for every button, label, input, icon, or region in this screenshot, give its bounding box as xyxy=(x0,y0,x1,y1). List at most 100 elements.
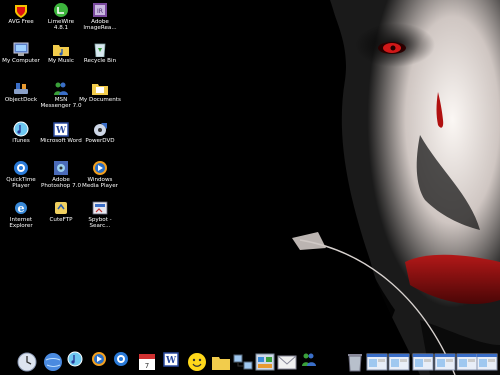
window-thumbnail-icon xyxy=(456,353,478,371)
adobe-imageready-icon: IR xyxy=(91,2,109,18)
globe-icon xyxy=(44,353,62,371)
calendar-icon: 7 xyxy=(139,354,155,370)
desktop-icon-label: PowerDVD xyxy=(85,138,115,144)
dock-item-window-thumbnail-icon[interactable] xyxy=(388,351,410,373)
dock-item-mail-icon[interactable] xyxy=(276,351,298,373)
desktop-icon-itunes[interactable]: iTunes xyxy=(0,121,42,144)
desktop-icon-label: Spybot - Searc... xyxy=(88,217,112,230)
word-icon: W xyxy=(52,121,70,137)
computer-icon xyxy=(12,41,30,57)
desktop-icon-internet-explorer[interactable]: e Internet Explorer xyxy=(0,200,42,230)
dock-item-window-thumbnail-icon[interactable] xyxy=(476,351,498,373)
desktop-icon-word[interactable]: W Microsoft Word xyxy=(40,121,82,144)
dock-item-itunes-icon[interactable] xyxy=(66,351,88,373)
svg-text:7: 7 xyxy=(145,362,149,370)
powerdvd-icon xyxy=(91,121,109,137)
desktop-icon-powerdvd[interactable]: PowerDVD xyxy=(79,121,121,144)
dock-item-clock-icon[interactable] xyxy=(16,351,38,373)
window-thumbnail-icon xyxy=(388,353,410,371)
desktop-icon-limewire[interactable]: LimeWire 4.8.1 xyxy=(40,2,82,32)
desktop-icon-label: Recycle Bin xyxy=(83,58,117,64)
desktop-icon-adobe-imageready[interactable]: IR Adobe ImageRea... xyxy=(79,2,121,32)
desktop-icon-objectdock[interactable]: ObjectDock xyxy=(0,80,42,103)
desktop-icon-label: AVG Free xyxy=(8,19,34,25)
window-thumbnail-icon xyxy=(366,353,388,371)
desktop-icon-label: Windows Media Player xyxy=(82,177,118,190)
avg-shield-icon xyxy=(12,2,30,18)
window-thumbnail-icon xyxy=(434,353,456,371)
svg-text:W: W xyxy=(165,356,177,366)
desktop-icon-photoshop[interactable]: Adobe Photoshop 7.0 xyxy=(40,160,82,190)
word-icon: W xyxy=(163,352,179,367)
control-panel-icon xyxy=(255,353,275,371)
desktop-icon-recycle-bin[interactable]: Recycle Bin xyxy=(79,41,121,64)
internet-explorer-icon: e xyxy=(12,200,30,216)
dock-item-trash-icon[interactable] xyxy=(344,351,366,373)
svg-text:W: W xyxy=(55,126,67,136)
desktop-icon-cuteftp[interactable]: CuteFTP xyxy=(40,200,82,223)
desktop-icon-grid: AVG Free LimeWire 4.8.1 IR Adobe ImageRea..… xyxy=(0,0,130,245)
desktop-icon-label: My Documents xyxy=(79,97,121,103)
dock-item-network-icon[interactable] xyxy=(232,351,254,373)
limewire-icon xyxy=(52,2,70,18)
desktop-icon-label: Internet Explorer xyxy=(9,217,33,230)
recycle-bin-icon xyxy=(91,41,109,58)
media-player-icon xyxy=(92,352,106,366)
dock-item-media-player-icon[interactable] xyxy=(90,351,112,373)
quicktime-icon xyxy=(12,160,30,176)
desktop-icon-label: Adobe ImageRea... xyxy=(83,19,117,32)
music-folder-icon xyxy=(52,41,70,57)
dock-item-folder-icon[interactable] xyxy=(210,351,232,373)
desktop-icon-computer[interactable]: My Computer xyxy=(0,41,42,64)
dock-item-msn-messenger-icon[interactable] xyxy=(300,351,322,373)
network-icon xyxy=(233,354,253,370)
dock-item-word-icon[interactable]: W xyxy=(162,351,184,373)
dock-item-window-thumbnail-icon[interactable] xyxy=(412,351,434,373)
desktop-icon-label: CuteFTP xyxy=(49,217,73,223)
dock-item-window-thumbnail-icon[interactable] xyxy=(434,351,456,373)
mail-icon xyxy=(277,355,297,370)
trash-icon xyxy=(348,354,362,372)
desktop-icon-label: Microsoft Word xyxy=(40,138,82,144)
cuteftp-icon xyxy=(52,200,70,216)
desktop-icon-label: QuickTime Player xyxy=(6,177,36,190)
window-thumbnail-icon xyxy=(412,353,434,371)
desktop-icon-msn-messenger[interactable]: MSN Messenger 7.0 xyxy=(40,80,82,110)
desktop-icon-media-player[interactable]: Windows Media Player xyxy=(79,160,121,190)
objectdock-icon xyxy=(12,80,30,96)
dock-item-calendar-icon[interactable]: 7 xyxy=(136,351,158,373)
folder-icon xyxy=(212,357,230,370)
svg-text:e: e xyxy=(18,202,25,215)
desktop-icon-label: MSN Messenger 7.0 xyxy=(40,97,82,110)
objectdock-bar: 7W xyxy=(0,345,500,375)
spybot-icon xyxy=(91,200,109,216)
smiley-icon xyxy=(188,353,206,371)
svg-text:IR: IR xyxy=(97,8,103,15)
desktop-icon-label: LimeWire 4.8.1 xyxy=(47,19,75,32)
dock-item-window-thumbnail-icon[interactable] xyxy=(366,351,388,373)
desktop-icon-label: iTunes xyxy=(12,138,30,144)
msn-messenger-icon xyxy=(302,353,316,366)
desktop-icon-avg-shield[interactable]: AVG Free xyxy=(0,2,42,25)
desktop-icon-spybot[interactable]: Spybot - Searc... xyxy=(79,200,121,230)
desktop-icon-label: ObjectDock xyxy=(4,97,38,103)
dock-item-quicktime-icon[interactable] xyxy=(112,351,134,373)
media-player-icon xyxy=(91,160,109,176)
photoshop-icon xyxy=(52,160,70,176)
dock-item-window-thumbnail-icon[interactable] xyxy=(456,351,478,373)
dock-item-smiley-icon[interactable] xyxy=(186,351,208,373)
desktop-icon-documents-folder[interactable]: My Documents xyxy=(79,80,121,103)
dock-item-globe-icon[interactable] xyxy=(42,351,64,373)
window-thumbnail-icon xyxy=(476,353,498,371)
desktop-icon-label: My Computer xyxy=(2,58,40,64)
desktop-icon-quicktime[interactable]: QuickTime Player xyxy=(0,160,42,190)
itunes-icon xyxy=(12,121,30,137)
clock-icon xyxy=(17,352,37,372)
desktop-icon-music-folder[interactable]: My Music xyxy=(40,41,82,64)
quicktime-icon xyxy=(114,352,128,366)
desktop-icon-label: Adobe Photoshop 7.0 xyxy=(40,177,82,190)
msn-messenger-icon xyxy=(52,80,70,96)
documents-folder-icon xyxy=(91,80,109,96)
dock-item-control-panel-icon[interactable] xyxy=(254,351,276,373)
desktop-icon-label: My Music xyxy=(48,58,74,64)
